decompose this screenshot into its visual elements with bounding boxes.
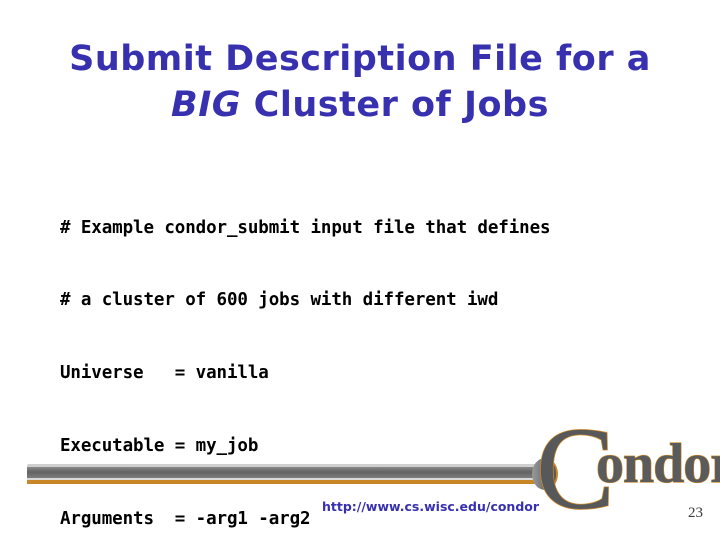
code-line: Universe = vanilla (60, 363, 269, 384)
footer-url-link[interactable]: http://www.cs.wisc.edu/condor (322, 499, 539, 514)
condor-logo-wordmark: ondor (595, 433, 720, 495)
footer-bar-body (27, 467, 547, 478)
code-line: Executable = my_job (60, 436, 259, 457)
page-title-line-2-rest: Cluster of Jobs (240, 85, 549, 125)
page-number: 23 (688, 505, 703, 521)
slide-canvas: Submit Description File for a BIG Cluste… (0, 0, 720, 540)
page-title-emphasis: BIG (171, 85, 241, 125)
footer-bar-accent-stripe (27, 480, 547, 484)
condor-logo: C ondor (535, 409, 720, 529)
submit-description-code-block: # Example condor_submit input file that … (60, 167, 551, 540)
page-title: Submit Description File for a BIG Cluste… (30, 36, 690, 128)
page-title-line-1: Submit Description File for a (69, 39, 651, 79)
footer-divider-bar (27, 458, 558, 490)
code-line: # a cluster of 600 jobs with different i… (60, 290, 499, 311)
page-title-line-2: BIG Cluster of Jobs (30, 82, 690, 128)
code-line: # Example condor_submit input file that … (60, 217, 551, 238)
